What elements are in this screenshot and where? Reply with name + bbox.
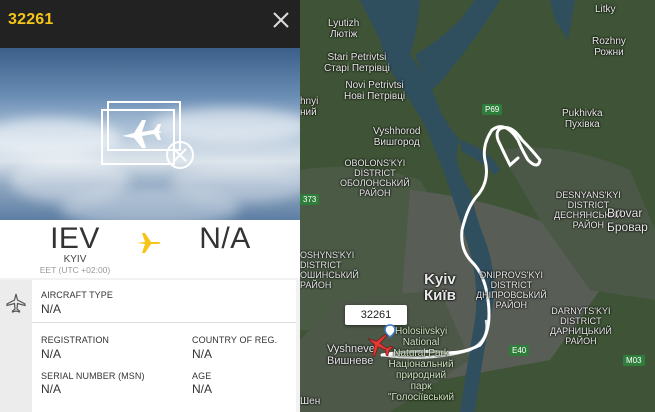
map-label-district-west: OSHYNS'KYI DISTRICT ОШИНСЬКИЙ РАЙОН <box>300 250 359 290</box>
no-image-icon <box>101 101 194 169</box>
map-label-novi-petrivtsi: Novi Petrivtsi Нові Петрівці <box>344 80 406 102</box>
aircraft-photo <box>0 48 300 220</box>
map-label-pukhivka: Pukhivka Пухівка <box>562 108 603 130</box>
route-summary: IEV KYIV EET (UTC +02:00) N/A <box>0 220 300 278</box>
flight-map[interactable]: Litky Lyutizh Лютіж Stari Petrivtsi Стар… <box>300 0 655 412</box>
map-label-kyiv: Kyiv Київ <box>424 271 456 304</box>
age-value: N/A <box>192 382 213 396</box>
flight-info-panel: 32261 IEV KYIV EET (UTC +02:00) N/A AIRC… <box>0 0 300 412</box>
map-label-edge-bottom: Шен <box>300 396 321 407</box>
road-badge-373: 373 <box>300 194 320 205</box>
origin-airport[interactable]: IEV KYIV EET (UTC +02:00) <box>20 222 130 276</box>
map-label-edge: hnyi ний <box>300 96 319 118</box>
road-badge-m03: M03 <box>623 355 645 366</box>
origin-code: IEV <box>50 222 100 255</box>
map-label-brovary: Brovar Бровар <box>607 206 648 234</box>
map-label-dniprovskyi: DNIPROVS'KYI DISTRICT ДНІПРОВСЬКИЙ РАЙОН <box>476 270 547 310</box>
destination-airport[interactable]: N/A <box>170 222 280 256</box>
airplane-icon <box>132 226 166 260</box>
map-label-rozhny: Rozhny Рожни <box>592 36 626 58</box>
country-value: N/A <box>192 347 213 361</box>
serial-number-label: SERIAL NUMBER (MSN) <box>41 371 145 381</box>
origin-city: KYIV <box>63 254 87 265</box>
registration-label: REGISTRATION <box>41 335 110 345</box>
country-label: COUNTRY OF REG. <box>192 335 278 345</box>
airplane-outline-icon <box>6 293 26 313</box>
road-badge-p69: P69 <box>482 104 503 115</box>
aircraft-type-label: AIRCRAFT TYPE <box>41 290 113 300</box>
aircraft-details-card: AIRCRAFT TYPE N/A REGISTRATION N/A COUNT… <box>32 280 296 412</box>
divider <box>32 322 296 323</box>
location-pin-icon <box>384 324 396 338</box>
close-icon[interactable] <box>270 9 292 31</box>
origin-timezone: EET (UTC +02:00) <box>39 265 111 275</box>
map-label-stari-petrivtsi: Stari Petrivtsi Старі Петрівці <box>324 52 390 74</box>
registration-value: N/A <box>41 347 62 361</box>
panel-header: 32261 <box>0 0 300 48</box>
age-label: AGE <box>192 371 212 381</box>
aircraft-type-value: N/A <box>41 302 62 316</box>
road-badge-e40: E40 <box>509 345 530 356</box>
aircraft-section-tab[interactable] <box>0 280 32 412</box>
map-label-holosiivskyi-park: Holosiivskyi National Natural Park Націо… <box>388 326 455 403</box>
serial-number-value: N/A <box>41 382 62 396</box>
map-label-darnytskyi: DARNYTS'KYI DISTRICT ДАРНИЦЬКИЙ РАЙОН <box>550 306 612 346</box>
map-label-lyutizh: Lyutizh Лютіж <box>328 18 360 40</box>
aircraft-callsign-tag[interactable]: 32261 <box>345 305 407 325</box>
destination-code: N/A <box>199 222 251 255</box>
flight-callsign: 32261 <box>8 11 54 28</box>
map-label-vyshhorod: Vyshhorod Вишгород <box>373 126 421 148</box>
map-label-litky: Litky <box>595 4 616 15</box>
map-label-obolonskyi: OBOLONS'KYI DISTRICT ОБОЛОНСЬКИЙ РАЙОН <box>340 158 410 198</box>
aircraft-details: AIRCRAFT TYPE N/A REGISTRATION N/A COUNT… <box>0 280 300 412</box>
